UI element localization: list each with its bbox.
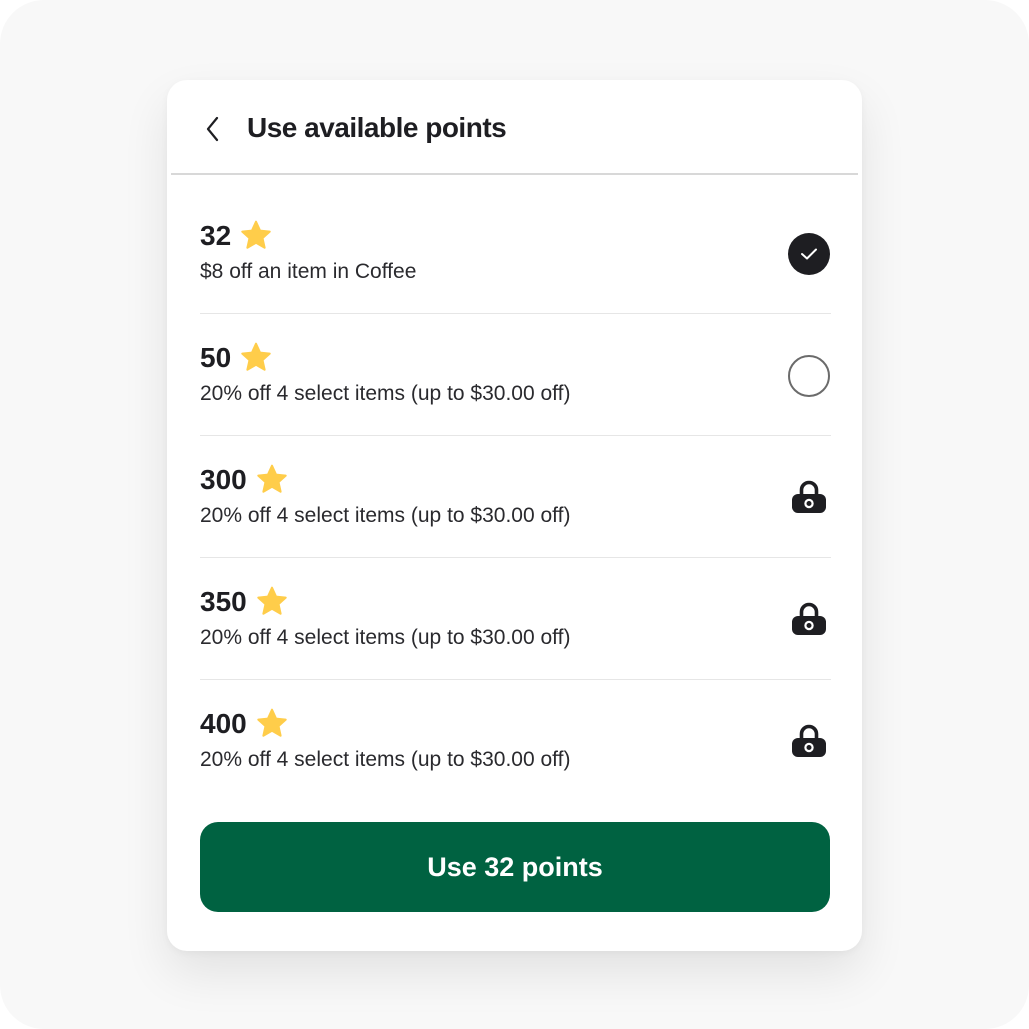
radio-empty-icon (788, 355, 830, 397)
points-dialog: Use available points 32 $8 off an item i… (167, 80, 862, 951)
reward-points: 350 (200, 586, 247, 617)
use-points-button[interactable]: Use 32 points (200, 822, 830, 912)
reward-locked (787, 476, 831, 520)
reward-option-350: 350 20% off 4 select items (up to $30.00… (200, 558, 831, 680)
dialog-header: Use available points (167, 80, 862, 175)
rewards-list: 32 $8 off an item in Coffee 50 20% off 4… (200, 192, 831, 802)
reward-locked (787, 720, 831, 764)
reward-radio[interactable] (787, 354, 831, 398)
lock-icon (792, 480, 826, 513)
reward-description: 20% off 4 select items (up to $30.00 off… (200, 504, 571, 527)
chevron-left-icon (206, 116, 219, 142)
reward-option-300: 300 20% off 4 select items (up to $30.00… (200, 436, 831, 558)
reward-option-32[interactable]: 32 $8 off an item in Coffee (200, 192, 831, 314)
reward-description: $8 off an item in Coffee (200, 260, 417, 283)
reward-description: 20% off 4 select items (up to $30.00 off… (200, 382, 571, 405)
reward-points: 32 (200, 220, 232, 251)
reward-description: 20% off 4 select items (up to $30.00 off… (200, 626, 571, 649)
back-button[interactable] (197, 113, 229, 145)
reward-points: 50 (200, 342, 232, 373)
star-icon (241, 342, 271, 371)
lock-icon (792, 724, 826, 757)
reward-points: 400 (200, 708, 247, 739)
star-icon (256, 464, 287, 493)
reward-locked (787, 598, 831, 642)
reward-radio-selected[interactable] (787, 232, 831, 276)
header-divider (171, 173, 858, 175)
reward-points: 300 (200, 464, 247, 495)
star-icon (256, 586, 287, 615)
star-icon (256, 708, 287, 737)
reward-option-400: 400 20% off 4 select items (up to $30.00… (200, 680, 831, 802)
lock-icon (792, 602, 826, 635)
reward-option-50[interactable]: 50 20% off 4 select items (up to $30.00 … (200, 314, 831, 436)
star-icon (241, 220, 271, 249)
reward-description: 20% off 4 select items (up to $30.00 off… (200, 748, 571, 771)
check-icon (801, 248, 817, 260)
page-title: Use available points (247, 112, 507, 143)
